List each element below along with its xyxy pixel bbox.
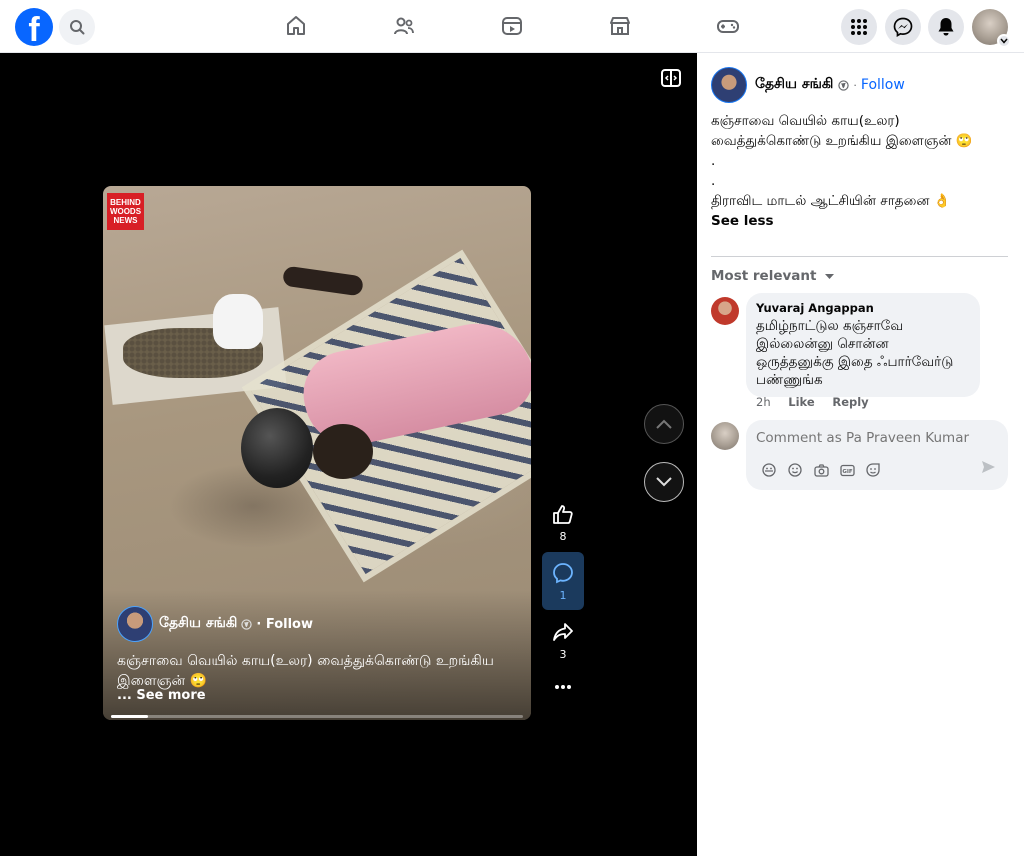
comment-time[interactable]: 2h: [756, 395, 771, 409]
video-progress-fill: [111, 715, 149, 718]
composer-tools: GIF: [756, 460, 886, 480]
gif-icon[interactable]: GIF: [834, 460, 860, 480]
post-text-dot: .: [711, 173, 716, 189]
comment-text: தமிழ்நாட்டுல கஞ்சாவே இல்லைன்னு சொன்ன ஒரு…: [756, 318, 954, 388]
avatar-sticker-icon[interactable]: [756, 460, 782, 480]
plastic-bag: [213, 294, 263, 349]
commenter-name[interactable]: Yuvaraj Angappan: [756, 301, 968, 315]
send-icon[interactable]: [981, 460, 996, 478]
video-see-more[interactable]: ... See more: [117, 688, 206, 703]
post-author: தேசிய சங்கி · Follow: [711, 67, 905, 103]
bell-icon: [938, 18, 954, 36]
menu-grid-icon: [851, 19, 867, 35]
chevron-down-icon: [656, 477, 672, 487]
post-text: கஞ்சாவை வெயில் காய(உலர) வைத்துக்கொண்டு உ…: [711, 111, 1011, 231]
comment-sort-dropdown[interactable]: Most relevant: [711, 268, 835, 284]
comment-like-button[interactable]: Like: [788, 395, 814, 409]
messenger-button[interactable]: [885, 9, 921, 45]
emoji-icon[interactable]: [782, 460, 808, 480]
more-options-icon[interactable]: [542, 681, 584, 694]
globe-icon: [838, 79, 850, 91]
post-text-line: கஞ்சாவை வெயில் காய(உலர) வைத்துக்கொண்டு உ…: [711, 113, 973, 149]
helmet: [241, 408, 313, 488]
post-text-line: திராவிட மாடல் ஆட்சியின் சாதனை 👌: [711, 193, 951, 209]
thumbs-up-icon: [553, 505, 573, 524]
comment-action[interactable]: 1: [542, 552, 584, 610]
post-follow-button[interactable]: Follow: [861, 77, 905, 93]
gaming-icon[interactable]: [714, 12, 742, 40]
video-player[interactable]: BEHIND WOODS NEWS தேசிய சங்கி · Follow க…: [103, 186, 531, 720]
behindwoods-news-logo: BEHIND WOODS NEWS: [107, 193, 144, 230]
camera-icon[interactable]: [808, 460, 834, 480]
video-author-avatar[interactable]: [117, 606, 153, 642]
comment-box: GIF: [746, 420, 1008, 490]
video-icon[interactable]: [498, 12, 526, 40]
video-author-name[interactable]: தேசிய சங்கி: [159, 615, 237, 633]
like-action[interactable]: 8: [542, 503, 584, 543]
comment-count: 1: [559, 589, 567, 602]
video-stage: BEHIND WOODS NEWS தேசிய சங்கி · Follow க…: [0, 53, 697, 856]
notifications-button[interactable]: [928, 9, 964, 45]
post-author-name[interactable]: தேசிய சங்கி: [755, 76, 833, 94]
video-follow-button[interactable]: · Follow: [256, 617, 313, 632]
friends-icon[interactable]: [390, 12, 418, 40]
divider: [711, 256, 1008, 257]
home-icon[interactable]: [282, 12, 310, 40]
share-count: 3: [559, 648, 567, 661]
like-count: 8: [559, 530, 567, 543]
toggle-panel-icon[interactable]: [660, 67, 682, 89]
my-avatar[interactable]: [711, 422, 739, 450]
sandals: [281, 265, 365, 297]
share-action[interactable]: 3: [542, 621, 584, 661]
search-icon: [70, 20, 85, 35]
video-progress-bar[interactable]: [111, 715, 523, 718]
account-avatar[interactable]: [972, 9, 1011, 48]
comment-meta: 2h Like Reply: [756, 395, 883, 409]
facebook-logo[interactable]: f: [15, 8, 53, 46]
see-less-link[interactable]: See less: [711, 211, 1011, 231]
comment-bubble: Yuvaraj Angappan தமிழ்நாட்டுல கஞ்சாவே இல…: [746, 293, 980, 397]
caret-down-icon: [825, 274, 835, 279]
dot-separator: ·: [853, 78, 857, 92]
commenter-avatar[interactable]: [711, 297, 739, 325]
chevron-down-icon: [997, 34, 1011, 48]
marketplace-icon[interactable]: [606, 12, 634, 40]
post-details-panel: தேசிய சங்கி · Follow கஞ்சாவை வெயில் காய(…: [697, 53, 1024, 856]
person-head: [313, 424, 373, 479]
search-button[interactable]: [59, 9, 95, 45]
video-author[interactable]: தேசிய சங்கி · Follow: [117, 606, 313, 642]
post-text-dot: .: [711, 153, 716, 169]
menu-grid-button[interactable]: [841, 9, 877, 45]
post-author-avatar[interactable]: [711, 67, 747, 103]
video-caption: கஞ்சாவை வெயில் காய(உலர) வைத்துக்கொண்டு உ…: [117, 653, 494, 689]
comment-input[interactable]: [756, 430, 986, 446]
globe-icon: [241, 618, 253, 630]
previous-video-button[interactable]: [644, 404, 684, 444]
sticker-icon[interactable]: [860, 460, 886, 480]
chevron-up-icon: [656, 419, 672, 429]
messenger-icon: [893, 17, 913, 37]
top-navigation-bar: f: [0, 0, 1024, 53]
sort-label: Most relevant: [711, 268, 817, 284]
share-icon: [553, 623, 573, 641]
comment-icon: [553, 563, 573, 584]
svg-text:GIF: GIF: [842, 469, 853, 475]
comment-reply-button[interactable]: Reply: [832, 395, 868, 409]
next-video-button[interactable]: [644, 462, 684, 502]
